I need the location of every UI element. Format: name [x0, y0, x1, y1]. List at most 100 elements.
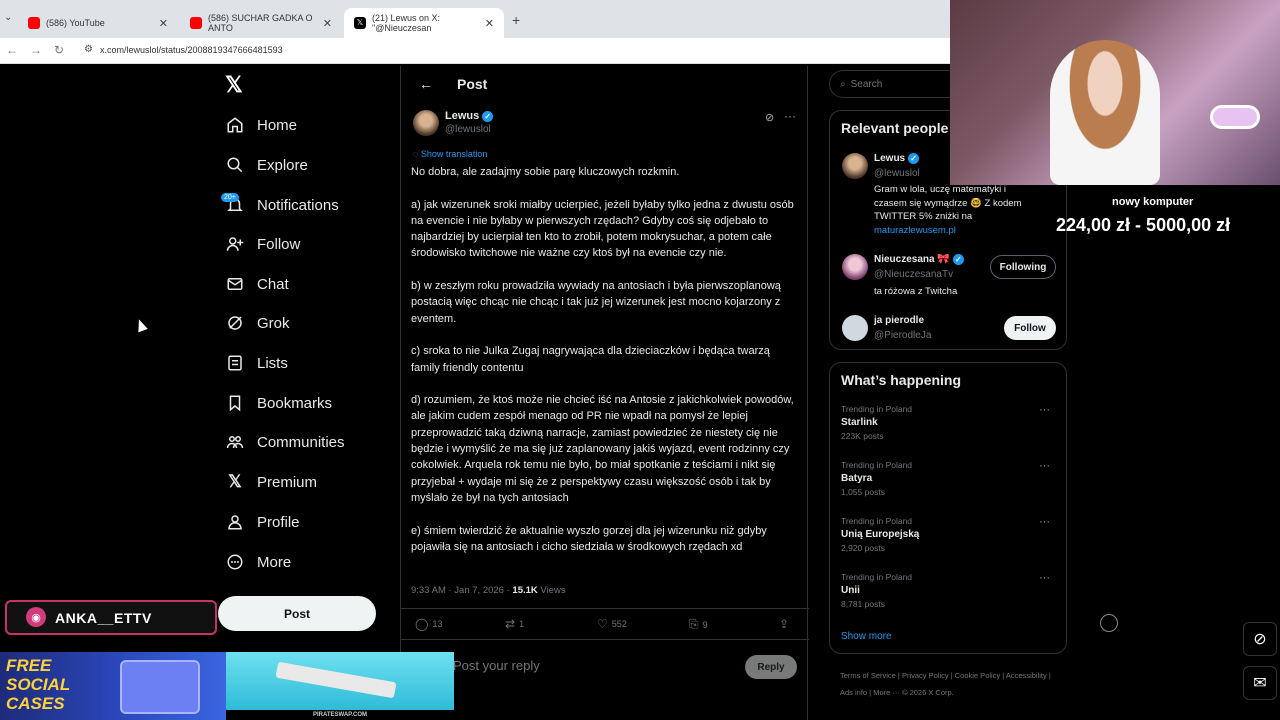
person-handle[interactable]: @lewuslol — [874, 168, 920, 179]
trend-item[interactable]: Trending in Poland Unią Europejską 2,920… — [841, 516, 1056, 553]
address-bar[interactable]: ← → ↻ ⚙ x.com/lewuslol/status/2008819347… — [0, 38, 950, 64]
views-count: 15.1K — [512, 585, 538, 596]
nav-grok[interactable]: Grok — [225, 308, 290, 338]
following-button[interactable]: Following — [990, 255, 1056, 279]
person-name-text[interactable]: Nieuczesana 🎀 — [874, 254, 950, 265]
nav-label: Follow — [257, 235, 301, 253]
nav-label: Bookmarks — [257, 394, 333, 412]
footer-links[interactable]: Terms of Service | Privacy Policy | Cook… — [840, 667, 1060, 701]
trend-context: Trending in Poland — [841, 460, 913, 470]
x-logo[interactable]: 𝕏 — [225, 72, 243, 98]
floating-icons: ⊘ ✉ — [1243, 622, 1277, 702]
reply-button[interactable]: Reply — [745, 655, 797, 679]
more-options-icon[interactable]: ··· — [1039, 460, 1050, 472]
grok-icon — [225, 313, 245, 333]
show-translation-text[interactable]: Show translation — [421, 149, 488, 159]
person-name[interactable]: Nieuczesana 🎀 ✓ — [874, 254, 964, 265]
avatar[interactable] — [842, 254, 868, 280]
person-bio: Gram w lola, uczę matematyki i czasem si… — [874, 183, 1024, 237]
follow-button[interactable]: Follow — [1004, 316, 1056, 340]
more-options-icon[interactable]: ··· — [1039, 516, 1050, 528]
avatar[interactable] — [842, 315, 868, 341]
nav-lists[interactable]: Lists — [225, 348, 288, 378]
back-icon[interactable]: ← — [6, 43, 18, 57]
tab-menu-icon[interactable]: ⌄ — [4, 12, 12, 23]
tab-youtube[interactable]: (586) YouTube ✕ — [18, 8, 178, 38]
new-tab-icon[interactable]: + — [512, 12, 520, 28]
post-compose-button[interactable]: Post — [218, 596, 376, 631]
more-options-icon[interactable]: ··· — [784, 109, 796, 123]
avatar[interactable] — [413, 110, 439, 136]
more-options-icon[interactable]: ··· — [1039, 404, 1050, 416]
back-arrow-icon[interactable]: ← — [419, 76, 433, 92]
mouse-cursor-icon — [134, 317, 148, 333]
search-placeholder: Search — [850, 78, 883, 90]
avatar[interactable] — [842, 153, 868, 179]
trend-item[interactable]: Trending in Poland Batyra 1,055 posts ··… — [841, 460, 1056, 497]
trend-context: Trending in Poland — [841, 516, 913, 526]
close-icon[interactable]: ✕ — [323, 17, 332, 30]
bookmark-icon: ⎘ — [689, 617, 699, 631]
nav-notifications[interactable]: Notifications — [225, 190, 339, 220]
like-action[interactable]: ♡ 552 — [597, 617, 627, 631]
close-icon[interactable]: ✕ — [159, 17, 168, 30]
home-icon — [225, 115, 245, 135]
show-translation-link[interactable]: ◌ Show translation — [413, 149, 487, 159]
trend-context: Trending in Poland — [841, 404, 913, 414]
person-name-text[interactable]: Lewus — [874, 153, 905, 164]
author-name-text[interactable]: Lewus — [445, 110, 479, 122]
like-count: 552 — [611, 619, 627, 629]
trend-title: Unią Europejską — [841, 529, 920, 540]
nav-label: More — [257, 553, 292, 571]
post-time[interactable]: 9:33 AM · Jan 7, 2026 · — [411, 585, 512, 596]
tab-youtube-2[interactable]: (586) SUCHAR GADKA O ANTO ✕ — [180, 8, 342, 38]
communities-icon — [225, 432, 245, 452]
nav-profile[interactable]: Profile — [225, 507, 300, 537]
streamer-name: ANKA__ETTV — [55, 609, 152, 626]
nav-explore[interactable]: Explore — [225, 150, 308, 180]
search-icon: ⌕ — [840, 78, 846, 90]
grok-icon[interactable]: ⊘ — [1243, 622, 1277, 656]
author-name[interactable]: Lewus ✓ — [445, 110, 494, 122]
nav-more[interactable]: More — [225, 547, 291, 577]
bio-link[interactable]: maturazlewusem.pl — [874, 225, 956, 236]
nav-follow[interactable]: Follow — [225, 229, 300, 259]
nav-chat[interactable]: Chat — [225, 269, 289, 299]
show-more-link[interactable]: Show more — [841, 631, 892, 642]
trend-item[interactable]: Trending in Poland Unii 8,781 posts ··· — [841, 572, 1056, 609]
person-bio: ta różowa z Twitcha — [874, 286, 958, 297]
panel-title: Relevant people — [841, 120, 949, 136]
verified-icon: ✓ — [908, 153, 920, 164]
person-name[interactable]: Lewus ✓ — [874, 153, 920, 164]
site-info-icon[interactable]: ⚙ — [84, 44, 93, 55]
nav-communities[interactable]: Communities — [225, 427, 345, 457]
nav-bookmarks[interactable]: Bookmarks — [225, 388, 332, 418]
bookmark-action[interactable]: ⎘ 9 — [689, 617, 708, 632]
person-name[interactable]: ja pierodle — [874, 315, 924, 326]
trend-count: 223K posts — [841, 431, 884, 441]
tab-x-post[interactable]: 𝕏 (21) Lewus on X: "@Nieuczesan ✕ — [344, 8, 504, 38]
forward-icon[interactable]: → — [30, 43, 42, 57]
mail-icon[interactable]: ✉ — [1243, 666, 1277, 700]
loading-circle-icon — [1100, 614, 1118, 632]
person-add-icon — [225, 234, 245, 254]
streamer-camera — [1050, 40, 1160, 185]
search-input[interactable]: ⌕ Search — [829, 70, 959, 98]
author-handle[interactable]: @lewuslol — [445, 124, 491, 135]
trend-item[interactable]: Trending in Poland Starlink 223K posts ·… — [841, 404, 1056, 441]
url-text[interactable]: x.com/lewuslol/status/200881934766648159… — [100, 45, 283, 55]
discord-box-image — [120, 660, 200, 714]
close-icon[interactable]: ✕ — [485, 17, 494, 30]
person-handle[interactable]: @PierodleJa — [874, 330, 931, 341]
reply-input[interactable]: Post your reply — [453, 658, 540, 673]
more-options-icon[interactable]: ··· — [1039, 572, 1050, 584]
reply-action[interactable]: ◯ 13 — [415, 617, 442, 631]
reload-icon[interactable]: ↻ — [54, 43, 64, 57]
person-handle[interactable]: @NieuczesanaTv — [874, 269, 953, 280]
search-icon — [225, 155, 245, 175]
nav-home[interactable]: Home — [225, 110, 297, 140]
grok-icon[interactable]: ⊘ — [765, 111, 774, 124]
share-action[interactable]: ⇪ — [779, 617, 793, 631]
nav-premium[interactable]: 𝕏 Premium — [225, 467, 317, 497]
repost-action[interactable]: ⇄ 1 — [505, 617, 524, 631]
